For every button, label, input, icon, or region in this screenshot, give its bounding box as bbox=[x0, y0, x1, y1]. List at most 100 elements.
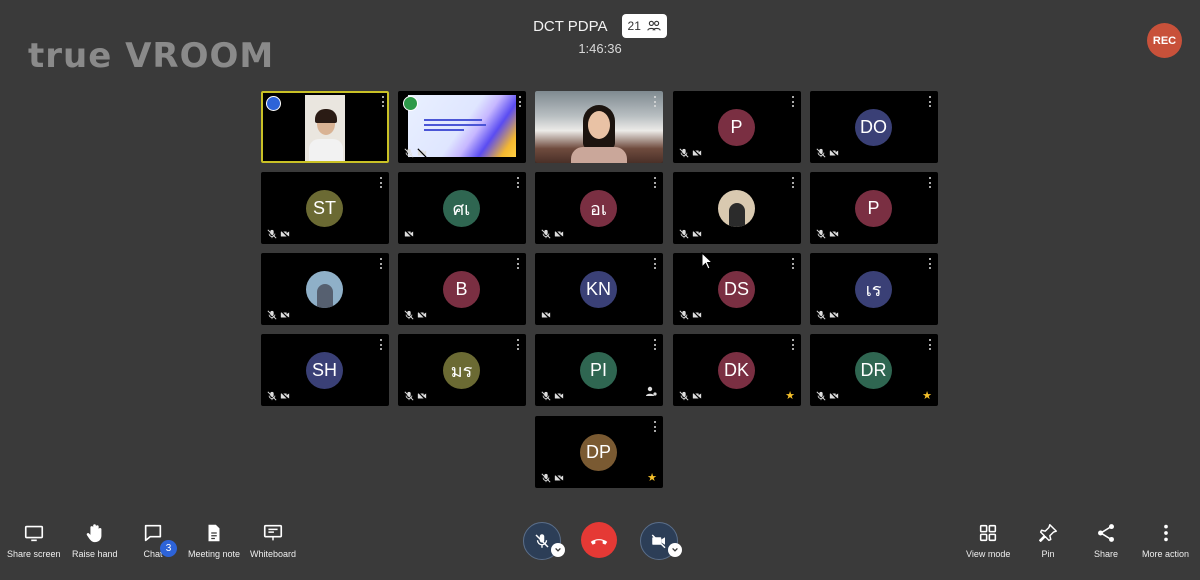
mic-off-icon bbox=[404, 148, 414, 158]
camera-off-icon bbox=[417, 310, 427, 320]
participant-tile[interactable]: DO bbox=[810, 91, 938, 163]
tile-more-icon[interactable] bbox=[517, 258, 520, 269]
tile-more-icon[interactable] bbox=[517, 177, 520, 188]
phone-hangup-icon bbox=[590, 539, 608, 545]
more-action-label: More action bbox=[1142, 549, 1190, 559]
avatar-initials: มร bbox=[443, 352, 480, 389]
participant-status bbox=[267, 229, 290, 239]
avatar-initials: เร bbox=[855, 271, 892, 308]
participant-tile[interactable]: SH bbox=[261, 334, 389, 406]
participant-tile[interactable]: B bbox=[398, 253, 526, 325]
monitor-icon bbox=[24, 525, 43, 542]
mouse-cursor-icon bbox=[701, 251, 714, 275]
participant-tile[interactable]: DP ★ bbox=[535, 416, 663, 488]
host-star-icon: ★ bbox=[647, 472, 657, 484]
camera-off-icon bbox=[692, 148, 702, 158]
tile-more-icon[interactable] bbox=[654, 96, 657, 107]
tile-more-icon[interactable] bbox=[929, 96, 932, 107]
participant-tile[interactable] bbox=[261, 253, 389, 325]
camera-off-icon bbox=[280, 229, 290, 239]
camera-off-icon bbox=[541, 310, 551, 320]
participant-tile[interactable]: อเ bbox=[535, 172, 663, 244]
participant-status bbox=[679, 391, 702, 401]
share-screen-button[interactable]: Share screen bbox=[7, 522, 61, 559]
tile-more-icon[interactable] bbox=[517, 339, 520, 350]
tile-more-icon[interactable] bbox=[380, 177, 383, 188]
avatar bbox=[718, 190, 755, 227]
note-icon bbox=[208, 524, 220, 542]
avatar-initials: ศเ bbox=[443, 190, 480, 227]
camera-off-icon bbox=[692, 229, 702, 239]
participant-tile[interactable]: P bbox=[673, 91, 801, 163]
pin-label: Pin bbox=[1041, 549, 1055, 559]
participant-tile[interactable]: PI bbox=[535, 334, 663, 406]
participant-tile[interactable]: ศเ bbox=[398, 172, 526, 244]
avatar bbox=[306, 271, 343, 308]
avatar-initials: อเ bbox=[580, 190, 617, 227]
raise-hand-label: Raise hand bbox=[72, 549, 118, 559]
participant-tile[interactable]: มร bbox=[398, 334, 526, 406]
view-mode-button[interactable]: View mode bbox=[966, 522, 1010, 559]
camera-off-icon bbox=[417, 148, 427, 158]
more-action-button[interactable]: More action bbox=[1142, 522, 1189, 559]
participant-tile[interactable]: เร bbox=[810, 253, 938, 325]
meeting-title: DCT PDPA bbox=[533, 17, 608, 35]
participant-status bbox=[541, 473, 564, 483]
tile-more-icon[interactable] bbox=[654, 421, 657, 432]
camera-off-icon bbox=[554, 229, 564, 239]
share-screen-label: Share screen bbox=[7, 549, 61, 559]
tile-more-icon[interactable] bbox=[654, 177, 657, 188]
chat-icon bbox=[144, 524, 162, 542]
participant-tile[interactable]: DK ★ bbox=[673, 334, 801, 406]
camera-off-icon bbox=[417, 391, 427, 401]
participant-status bbox=[541, 391, 564, 401]
meeting-note-button[interactable]: Meeting note bbox=[188, 522, 240, 559]
participants-button[interactable]: 21 bbox=[621, 14, 667, 38]
share-button[interactable]: Share bbox=[1094, 522, 1118, 559]
participant-tile[interactable] bbox=[261, 91, 389, 163]
participant-tile[interactable]: ST bbox=[261, 172, 389, 244]
avatar-initials: DO bbox=[855, 109, 892, 146]
participant-tile[interactable] bbox=[673, 172, 801, 244]
end-call-button[interactable] bbox=[581, 522, 617, 558]
tile-more-icon[interactable] bbox=[654, 339, 657, 350]
tile-more-icon[interactable] bbox=[792, 96, 795, 107]
tile-more-icon[interactable] bbox=[519, 96, 522, 107]
participant-status bbox=[679, 229, 702, 239]
tile-more-icon[interactable] bbox=[654, 258, 657, 269]
meeting-timer: 1:46:36 bbox=[578, 41, 622, 56]
view-mode-label: View mode bbox=[966, 549, 1011, 559]
mic-off-icon bbox=[816, 310, 826, 320]
participant-tile[interactable]: DS bbox=[673, 253, 801, 325]
more-vertical-icon bbox=[1163, 524, 1168, 542]
participant-tile[interactable]: KN bbox=[535, 253, 663, 325]
whiteboard-button[interactable]: Whiteboard bbox=[250, 522, 296, 559]
tile-more-icon[interactable] bbox=[792, 177, 795, 188]
tile-more-icon[interactable] bbox=[380, 258, 383, 269]
tile-more-icon[interactable] bbox=[929, 177, 932, 188]
mic-options-chevron-down-icon[interactable] bbox=[551, 543, 565, 557]
camera-off-icon bbox=[829, 229, 839, 239]
rec-indicator[interactable]: REC bbox=[1147, 23, 1182, 58]
tile-more-icon[interactable] bbox=[792, 258, 795, 269]
tile-more-icon[interactable] bbox=[380, 339, 383, 350]
pin-button[interactable]: Pin bbox=[1037, 522, 1059, 559]
avatar-initials: DR bbox=[855, 352, 892, 389]
participant-tile[interactable] bbox=[535, 91, 663, 163]
participant-tile[interactable] bbox=[398, 91, 526, 163]
mic-off-icon bbox=[816, 229, 826, 239]
whiteboard-label: Whiteboard bbox=[250, 549, 297, 559]
tile-more-icon[interactable] bbox=[929, 339, 932, 350]
participant-status bbox=[267, 391, 290, 401]
tile-more-icon[interactable] bbox=[929, 258, 932, 269]
raise-hand-button[interactable]: Raise hand bbox=[72, 522, 118, 559]
participant-tile[interactable]: P bbox=[810, 172, 938, 244]
mic-off-icon bbox=[816, 391, 826, 401]
camera-options-chevron-down-icon[interactable] bbox=[668, 543, 682, 557]
mic-off-icon bbox=[541, 473, 551, 483]
participant-tile[interactable]: DR ★ bbox=[810, 334, 938, 406]
grid-icon bbox=[980, 524, 997, 542]
tile-more-icon[interactable] bbox=[792, 339, 795, 350]
tile-more-icon[interactable] bbox=[382, 96, 385, 107]
participant-status bbox=[541, 229, 564, 239]
